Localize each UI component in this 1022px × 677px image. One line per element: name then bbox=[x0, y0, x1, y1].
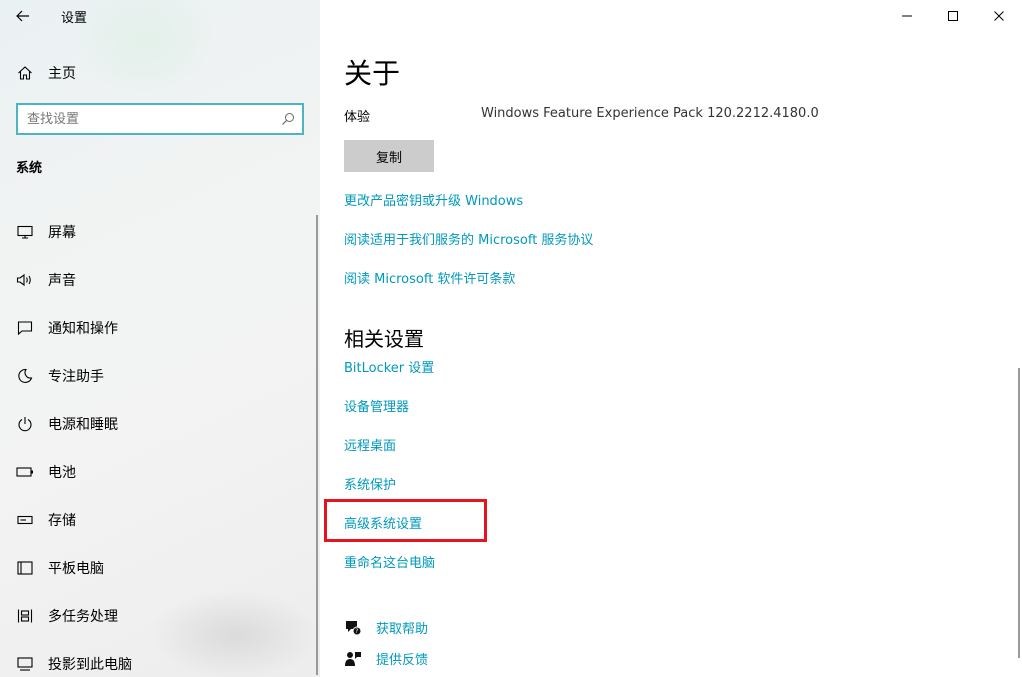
minimize-icon bbox=[901, 7, 913, 26]
remote-desktop-link[interactable]: 远程桌面 bbox=[344, 435, 396, 454]
svg-text:?: ? bbox=[355, 628, 358, 635]
get-help-row[interactable]: ? 获取帮助 bbox=[344, 618, 428, 637]
sidebar-item-focus-assist[interactable]: 专注助手 bbox=[0, 352, 320, 400]
page-title: 关于 bbox=[344, 57, 401, 90]
sidebar-item-label: 屏幕 bbox=[48, 225, 76, 241]
speaker-icon bbox=[0, 273, 48, 287]
spec-value: Windows Feature Experience Pack 120.2212… bbox=[481, 106, 819, 121]
sidebar-item-label: 主页 bbox=[48, 66, 76, 82]
tablet-icon bbox=[0, 560, 48, 576]
main-content: 关于 体验 Windows Feature Experience Pack 12… bbox=[320, 0, 1022, 677]
maximize-button[interactable] bbox=[930, 0, 976, 32]
rename-pc-link[interactable]: 重命名这台电脑 bbox=[344, 552, 435, 571]
bitlocker-settings-link[interactable]: BitLocker 设置 bbox=[344, 357, 434, 376]
system-protection-link[interactable]: 系统保护 bbox=[344, 474, 396, 493]
back-button[interactable] bbox=[0, 0, 46, 32]
give-feedback-link[interactable]: 提供反馈 bbox=[376, 649, 428, 668]
sidebar-nav-list: 屏幕 声音 通知和操作 专注助手 电源和睡眠 电池 存储 平板电脑 多任务处理 … bbox=[0, 208, 320, 677]
sidebar-item-project[interactable]: 投影到此电脑 bbox=[0, 640, 320, 677]
device-manager-link[interactable]: 设备管理器 bbox=[344, 396, 409, 415]
display-icon bbox=[0, 225, 48, 239]
spec-label: 体验 bbox=[344, 110, 371, 125]
sidebar-item-sound[interactable]: 声音 bbox=[0, 256, 320, 304]
close-icon bbox=[993, 7, 1005, 26]
sidebar-item-storage[interactable]: 存储 bbox=[0, 496, 320, 544]
window-controls bbox=[884, 0, 1022, 32]
multitasking-icon bbox=[0, 608, 48, 624]
sidebar-item-label: 电源和睡眠 bbox=[48, 417, 118, 433]
maximize-icon bbox=[947, 7, 959, 26]
sidebar-item-home[interactable]: 主页 bbox=[0, 58, 320, 88]
sidebar-item-tablet[interactable]: 平板电脑 bbox=[0, 544, 320, 592]
sidebar-item-label: 存储 bbox=[48, 513, 76, 529]
sidebar-item-label: 投影到此电脑 bbox=[48, 657, 132, 673]
sidebar: 设置 主页 系统 屏幕 bbox=[0, 0, 320, 677]
search-input[interactable] bbox=[18, 105, 274, 133]
sidebar-item-multitasking[interactable]: 多任务处理 bbox=[0, 592, 320, 640]
highlight-box bbox=[324, 499, 487, 542]
copy-button[interactable]: 复制 bbox=[344, 140, 434, 172]
feedback-person-icon bbox=[344, 650, 376, 668]
back-arrow-icon bbox=[16, 7, 30, 26]
title-bar: 设置 bbox=[0, 0, 320, 32]
sidebar-item-notifications[interactable]: 通知和操作 bbox=[0, 304, 320, 352]
related-settings-title: 相关设置 bbox=[344, 327, 424, 351]
sidebar-scrollbar[interactable] bbox=[316, 215, 318, 675]
give-feedback-row[interactable]: 提供反馈 bbox=[344, 649, 428, 668]
sidebar-item-label: 通知和操作 bbox=[48, 321, 118, 337]
sidebar-item-label: 电池 bbox=[48, 465, 76, 481]
get-help-link[interactable]: 获取帮助 bbox=[376, 618, 428, 637]
service-agreement-link[interactable]: 阅读适用于我们服务的 Microsoft 服务协议 bbox=[344, 229, 593, 248]
license-terms-link[interactable]: 阅读 Microsoft 软件许可条款 bbox=[344, 268, 515, 287]
main-scrollbar[interactable] bbox=[1018, 368, 1020, 658]
project-icon bbox=[0, 656, 48, 672]
sidebar-item-power-sleep[interactable]: 电源和睡眠 bbox=[0, 400, 320, 448]
notification-icon bbox=[0, 320, 48, 336]
sidebar-item-label: 专注助手 bbox=[48, 369, 104, 385]
spec-row-experience: 体验 Windows Feature Experience Pack 120.2… bbox=[344, 106, 819, 125]
search-box[interactable] bbox=[16, 103, 304, 135]
app-title: 设置 bbox=[61, 10, 88, 26]
settings-window: 设置 主页 系统 屏幕 bbox=[0, 0, 1022, 677]
section-label-system: 系统 bbox=[16, 161, 43, 176]
sidebar-item-label: 多任务处理 bbox=[48, 609, 118, 625]
battery-icon bbox=[0, 467, 48, 477]
sidebar-item-display[interactable]: 屏幕 bbox=[0, 208, 320, 256]
search-icon[interactable] bbox=[274, 112, 302, 126]
change-product-key-link[interactable]: 更改产品密钥或升级 Windows bbox=[344, 190, 523, 209]
sidebar-item-battery[interactable]: 电池 bbox=[0, 448, 320, 496]
power-icon bbox=[0, 416, 48, 432]
sidebar-item-label: 声音 bbox=[48, 273, 76, 289]
close-button[interactable] bbox=[976, 0, 1022, 32]
minimize-button[interactable] bbox=[884, 0, 930, 32]
moon-icon bbox=[0, 368, 48, 384]
sidebar-item-label: 平板电脑 bbox=[48, 561, 104, 577]
home-icon bbox=[0, 65, 48, 81]
storage-icon bbox=[0, 515, 48, 525]
help-chat-icon: ? bbox=[344, 619, 376, 637]
